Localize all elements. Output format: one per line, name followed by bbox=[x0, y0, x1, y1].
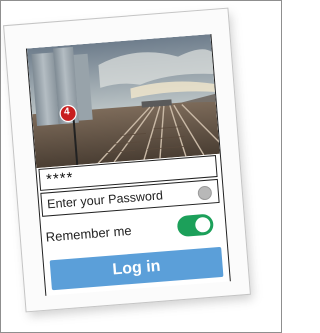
header-photo bbox=[26, 34, 220, 169]
remember-row: Remember me bbox=[45, 211, 222, 251]
remember-label: Remember me bbox=[45, 222, 133, 245]
eye-icon[interactable] bbox=[197, 185, 213, 201]
remember-toggle[interactable] bbox=[176, 213, 215, 238]
phone-card: 4 **** Enter your Password Remember me L… bbox=[3, 7, 251, 313]
login-screen: 4 **** Enter your Password Remember me L… bbox=[25, 33, 231, 296]
toggle-knob bbox=[194, 216, 211, 233]
password-placeholder: Enter your Password bbox=[46, 188, 164, 212]
photo-badge-number: 4 bbox=[63, 106, 71, 118]
login-button[interactable]: Log in bbox=[49, 246, 224, 291]
